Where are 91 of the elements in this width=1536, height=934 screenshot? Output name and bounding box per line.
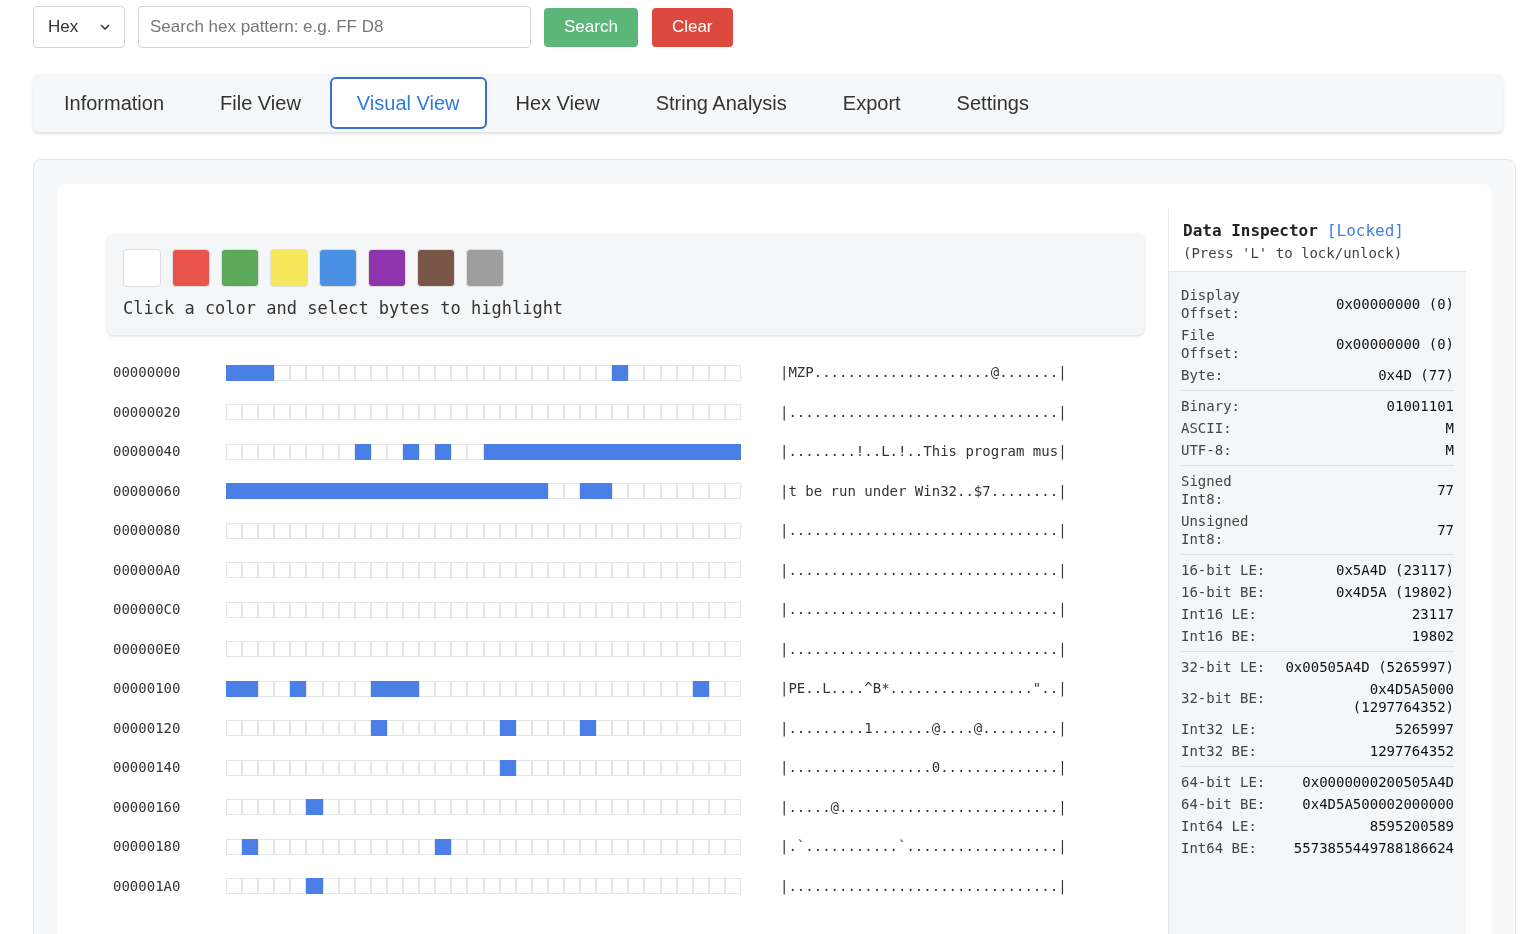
offset-label: 00000180 bbox=[112, 837, 182, 856]
color-swatch[interactable] bbox=[466, 249, 504, 287]
ascii-text: |................................| bbox=[780, 600, 1067, 620]
field-label: 32-bit BE: bbox=[1181, 689, 1267, 707]
field-value: 1297764352 bbox=[1369, 742, 1454, 760]
offset-label: 00000060 bbox=[112, 481, 182, 501]
field-label: Int32 LE: bbox=[1181, 720, 1258, 738]
field-label: Unsigned Int8: bbox=[1181, 512, 1250, 548]
tab[interactable]: Export bbox=[815, 77, 928, 129]
offset-label: 00000140 bbox=[112, 758, 182, 777]
ascii-text: |................................| bbox=[780, 639, 1067, 660]
offset-label: 00000000 bbox=[112, 363, 182, 382]
ascii-text: |................................| bbox=[780, 521, 1067, 541]
palette-hint: Click a color and select bytes to highlight bbox=[123, 297, 565, 320]
field-value: 0x0000000200505A4D bbox=[1302, 773, 1454, 791]
ascii-text: |MZP.....................@.......| bbox=[780, 363, 1067, 383]
tab[interactable]: Visual View bbox=[329, 77, 487, 129]
ascii-text: |.........1.......@....@.........| bbox=[780, 718, 1067, 739]
field-label: 16-bit BE: bbox=[1181, 583, 1267, 601]
field-label: File Offset: bbox=[1181, 326, 1241, 362]
field-value: M bbox=[1445, 441, 1454, 459]
field-value: 5265997 bbox=[1395, 720, 1454, 738]
mode-select[interactable]: Hex bbox=[33, 6, 125, 48]
field-value: 5573855449788186624 bbox=[1293, 839, 1454, 857]
ascii-text: |PE..L....^B*................."..| bbox=[780, 679, 1067, 699]
color-swatch[interactable] bbox=[368, 249, 406, 287]
field-label: 64-bit LE: bbox=[1181, 773, 1267, 791]
offset-label: 000001A0 bbox=[112, 876, 182, 896]
tab[interactable]: Settings bbox=[929, 77, 1056, 129]
tab[interactable]: Hex View bbox=[488, 77, 627, 129]
field-label: Int32 BE: bbox=[1181, 742, 1258, 760]
ascii-text: |........!..L.!..This program mus| bbox=[780, 442, 1067, 462]
offset-label: 000000A0 bbox=[112, 560, 182, 580]
offset-label: 000000E0 bbox=[112, 639, 182, 659]
field-label: Int16 BE: bbox=[1181, 627, 1258, 645]
field-label: Byte: bbox=[1181, 366, 1225, 384]
field-label: 64-bit BE: bbox=[1181, 795, 1267, 813]
offset-label: 000000C0 bbox=[112, 600, 182, 619]
inspector-hint: (Press 'L' to lock/unlock) bbox=[1183, 244, 1404, 263]
field-value: M bbox=[1445, 419, 1454, 437]
tab[interactable]: Information bbox=[37, 77, 192, 129]
field-value: 77 bbox=[1437, 481, 1454, 499]
offset-label: 00000100 bbox=[112, 679, 182, 698]
field-value: 19802 bbox=[1411, 627, 1454, 645]
offset-label: 00000040 bbox=[112, 442, 182, 461]
field-value: 0x4D (77) bbox=[1378, 366, 1454, 384]
ascii-text: |................................| bbox=[780, 402, 1067, 423]
field-value: 8595200589 bbox=[1369, 817, 1454, 835]
field-label: Int16 LE: bbox=[1181, 605, 1258, 623]
field-label: Display Offset: bbox=[1181, 286, 1241, 322]
field-value: 0x00000000 (0) bbox=[1336, 335, 1454, 353]
color-swatch[interactable] bbox=[417, 249, 455, 287]
caret-icon bbox=[100, 24, 110, 30]
field-label: ASCII: bbox=[1181, 419, 1233, 437]
offset-label: 00000080 bbox=[112, 521, 182, 540]
field-value: 0x4D5A5000 (1297764352) bbox=[1351, 680, 1454, 716]
color-swatch[interactable] bbox=[319, 249, 357, 287]
field-label: UTF-8: bbox=[1181, 441, 1233, 459]
ascii-text: |.....@..........................| bbox=[780, 797, 1067, 818]
color-swatch[interactable] bbox=[172, 249, 210, 287]
field-label: 16-bit LE: bbox=[1181, 561, 1267, 579]
field-value: 77 bbox=[1437, 521, 1454, 539]
clear-button[interactable]: Clear bbox=[651, 7, 733, 47]
tab[interactable]: String Analysis bbox=[628, 77, 814, 129]
field-value: 0x00505A4D (5265997) bbox=[1285, 658, 1454, 676]
field-value: 01001101 bbox=[1386, 397, 1454, 415]
tab[interactable]: File View bbox=[193, 77, 328, 129]
color-swatch[interactable] bbox=[270, 249, 308, 287]
field-label: 32-bit LE: bbox=[1181, 658, 1267, 676]
inspector-title: Data Inspector bbox=[1183, 220, 1318, 242]
offset-label: 00000120 bbox=[112, 718, 182, 738]
ascii-text: |.`...........`..................| bbox=[780, 837, 1067, 857]
field-value: 23117 bbox=[1411, 605, 1454, 623]
offset-label: 00000020 bbox=[112, 402, 182, 422]
search-field[interactable]: Search hex pattern: e.g. FF D8 bbox=[138, 6, 531, 48]
field-value: 0x00000000 (0) bbox=[1336, 295, 1454, 313]
offset-label: 00000160 bbox=[112, 797, 182, 817]
field-label: Binary: bbox=[1181, 397, 1241, 415]
ascii-text: |................................| bbox=[780, 876, 1067, 897]
field-label: Int64 LE: bbox=[1181, 817, 1258, 835]
field-value: 0x5A4D (23117) bbox=[1336, 561, 1454, 579]
field-value: 0x4D5A (19802) bbox=[1336, 583, 1454, 601]
color-swatch[interactable] bbox=[123, 249, 161, 287]
ascii-text: |t be run under Win32..$7........| bbox=[780, 481, 1067, 502]
field-label: Signed Int8: bbox=[1181, 472, 1233, 508]
ascii-text: |................................| bbox=[780, 560, 1067, 581]
field-value: 0x4D5A500002000000 bbox=[1302, 795, 1454, 813]
ascii-text: |.................0..............| bbox=[780, 758, 1067, 778]
lock-status: [Locked] bbox=[1326, 220, 1404, 242]
field-label: Int64 BE: bbox=[1181, 839, 1258, 857]
color-swatch[interactable] bbox=[221, 249, 259, 287]
